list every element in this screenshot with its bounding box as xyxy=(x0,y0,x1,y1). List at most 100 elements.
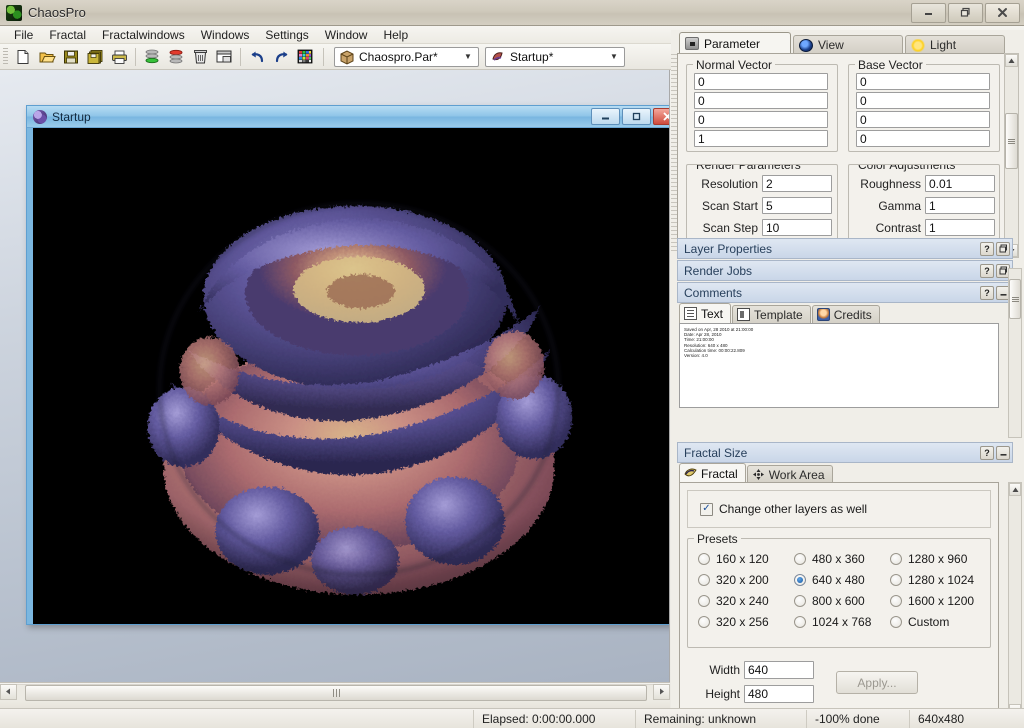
preset-1280x960[interactable]: 1280 x 960 xyxy=(890,552,1000,566)
width-input[interactable]: 640 xyxy=(744,661,814,679)
fractal-size-minimize-button[interactable] xyxy=(996,446,1010,460)
menu-fractal[interactable]: Fractal xyxy=(41,27,94,43)
base-vector-x-input[interactable]: 0 xyxy=(856,73,990,90)
chevron-down-icon[interactable]: ▼ xyxy=(460,48,476,66)
preset-800x600[interactable]: 800 x 600 xyxy=(794,594,890,608)
comments-help-button[interactable]: ? xyxy=(980,286,994,300)
base-vector-w-input[interactable]: 0 xyxy=(856,130,990,147)
preset-320x200[interactable]: 320 x 200 xyxy=(698,573,794,587)
child-maximize-button[interactable] xyxy=(622,108,651,125)
child-window-controls xyxy=(589,108,670,125)
base-vector-y-input[interactable]: 0 xyxy=(856,92,990,109)
change-other-layers-checkbox[interactable]: ✓ Change other layers as well xyxy=(700,502,867,516)
window-tile-icon[interactable] xyxy=(212,46,236,68)
menu-windows[interactable]: Windows xyxy=(193,27,258,43)
preset-1024x768[interactable]: 1024 x 768 xyxy=(794,615,890,629)
dock-render-jobs[interactable]: Render Jobs ? xyxy=(677,260,1013,281)
render-jobs-help-button[interactable]: ? xyxy=(980,264,994,278)
menu-settings[interactable]: Settings xyxy=(257,27,316,43)
menu-fractalwindows[interactable]: Fractalwindows xyxy=(94,27,193,43)
scroll-left-arrow-icon[interactable] xyxy=(0,684,17,700)
save-disk-icon[interactable] xyxy=(59,46,83,68)
mdi-horizontal-scrollbar[interactable] xyxy=(0,682,670,700)
minimize-button[interactable] xyxy=(911,3,946,23)
param-vscroll-thumb[interactable] xyxy=(1005,113,1018,169)
print-icon[interactable] xyxy=(107,46,131,68)
resolution-input[interactable]: 2 xyxy=(762,175,832,192)
preset-640x480[interactable]: 640 x 480 xyxy=(794,573,890,587)
fractal-size-scrollbar[interactable] xyxy=(1008,482,1022,718)
normal-vector-x-input[interactable]: 0 xyxy=(694,73,828,90)
menu-window[interactable]: Window xyxy=(317,27,376,43)
child-close-button[interactable] xyxy=(653,108,670,125)
preset-custom[interactable]: Custom xyxy=(890,615,1000,629)
preset-1280x1024[interactable]: 1280 x 1024 xyxy=(890,573,1000,587)
normal-vector-z-input[interactable]: 0 xyxy=(694,111,828,128)
redo-arrow-icon[interactable] xyxy=(269,46,293,68)
preset-480x360[interactable]: 480 x 360 xyxy=(794,552,890,566)
normal-vector-w-input[interactable]: 1 xyxy=(694,130,828,147)
tab-parameter[interactable]: Parameter xyxy=(679,32,791,54)
layer-up-icon[interactable] xyxy=(164,46,188,68)
fs-scroll-up-arrow-icon[interactable] xyxy=(1009,483,1021,496)
normal-vector-y-input[interactable]: 0 xyxy=(694,92,828,109)
save-all-icon[interactable] xyxy=(83,46,107,68)
roughness-input[interactable]: 0.01 xyxy=(925,175,995,192)
dock-layer-properties[interactable]: Layer Properties ? xyxy=(677,238,1013,259)
palette-grid-icon[interactable] xyxy=(293,46,317,68)
comments-textarea[interactable]: Saved on Apr, 28 2010 at 21:00:00 Date: … xyxy=(679,323,999,408)
menu-help[interactable]: Help xyxy=(375,27,416,43)
subtab-text[interactable]: Text xyxy=(679,303,731,323)
scroll-right-arrow-icon[interactable] xyxy=(653,684,670,700)
subtab-template[interactable]: Template xyxy=(732,305,811,323)
tab-view[interactable]: View xyxy=(793,35,903,54)
fractal-canvas-container[interactable] xyxy=(33,128,670,624)
undo-arrow-icon[interactable] xyxy=(245,46,269,68)
menu-file[interactable]: File xyxy=(6,27,41,43)
scroll-up-arrow-icon[interactable] xyxy=(1005,54,1018,67)
child-minimize-button[interactable] xyxy=(591,108,620,125)
scan-start-input[interactable]: 5 xyxy=(762,197,832,214)
preset-1600x1200[interactable]: 1600 x 1200 xyxy=(890,594,1000,608)
hscroll-thumb[interactable] xyxy=(25,685,647,701)
chevron-down-icon-2[interactable]: ▼ xyxy=(606,48,622,66)
rp-vscroll-thumb[interactable] xyxy=(1009,279,1021,319)
layer-properties-help-button[interactable]: ? xyxy=(980,242,994,256)
layer-combo[interactable]: Startup* ▼ xyxy=(485,47,625,67)
contrast-input[interactable]: 1 xyxy=(925,219,995,236)
delete-trash-icon[interactable] xyxy=(188,46,212,68)
scan-step-input[interactable]: 10 xyxy=(762,219,832,236)
preset-320x256[interactable]: 320 x 256 xyxy=(698,615,794,629)
layer-down-icon[interactable] xyxy=(140,46,164,68)
parameter-file-combo[interactable]: Chaospro.Par* ▼ xyxy=(334,47,479,67)
apply-button[interactable]: Apply... xyxy=(836,671,918,694)
gamma-input[interactable]: 1 xyxy=(925,197,995,214)
new-icon[interactable] xyxy=(11,46,35,68)
tab-light[interactable]: Light xyxy=(905,35,1005,54)
rp-vscroll-grip-icon xyxy=(1012,297,1019,302)
fractal-render-image[interactable] xyxy=(33,128,670,624)
dock-fractal-size[interactable]: Fractal Size ? xyxy=(677,442,1013,463)
rp-vscroll-track[interactable] xyxy=(1009,269,1021,437)
fractal-size-help-button[interactable]: ? xyxy=(980,446,994,460)
parameter-panel-scrollbar[interactable] xyxy=(1004,53,1019,258)
window-controls xyxy=(909,3,1020,23)
layer-properties-restore-button[interactable] xyxy=(996,242,1010,256)
param-vscroll-track[interactable] xyxy=(1005,67,1018,244)
fs-vscroll-track[interactable] xyxy=(1009,496,1021,704)
preset-160x120[interactable]: 160 x 120 xyxy=(698,552,794,566)
base-vector-z-input[interactable]: 0 xyxy=(856,111,990,128)
package-box-icon xyxy=(339,49,355,65)
preset-320x240[interactable]: 320 x 240 xyxy=(698,594,794,608)
subtab-credits[interactable]: Credits xyxy=(812,305,880,323)
open-folder-icon[interactable] xyxy=(35,46,59,68)
dock-comments[interactable]: Comments ? xyxy=(677,282,1013,303)
hscroll-track[interactable] xyxy=(17,684,653,700)
right-pane-scrollbar[interactable] xyxy=(1008,268,1022,438)
close-button[interactable] xyxy=(985,3,1020,23)
subtab-work-area[interactable]: Work Area xyxy=(747,465,833,483)
height-input[interactable]: 480 xyxy=(744,685,814,703)
subtab-fractal[interactable]: Fractal xyxy=(679,463,746,483)
toolbar-grip[interactable] xyxy=(3,48,8,66)
restore-button[interactable] xyxy=(948,3,983,23)
